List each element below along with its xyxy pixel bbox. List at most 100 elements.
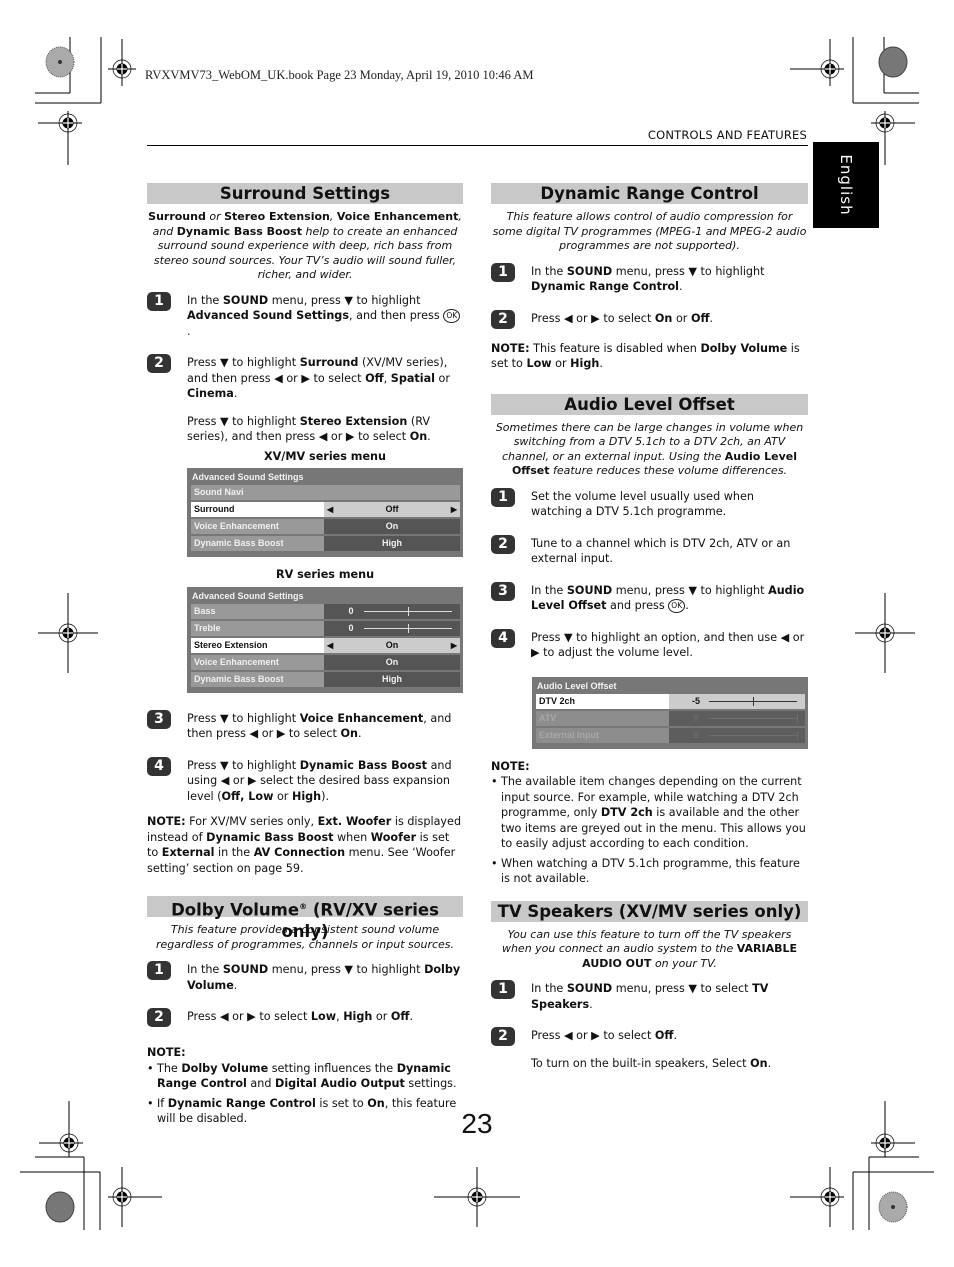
- surround-steps: 1 In the SOUND menu, press ▼ to highlight…: [147, 291, 463, 445]
- alo-steps: 1 Set the volume level usually used when …: [491, 487, 808, 661]
- step-text: Press ◀ or ▶ to select Off.: [531, 1029, 678, 1042]
- step-number-badge: 1: [491, 980, 515, 999]
- slider-value: 0: [693, 712, 699, 723]
- left-arrow-icon[interactable]: ◀: [327, 502, 333, 517]
- step-number-badge: 3: [147, 709, 171, 729]
- step-item: 1 In the SOUND menu, press ▼ to select TV…: [491, 980, 808, 1012]
- section-title: Audio Level Offset: [491, 393, 808, 415]
- slider-thumb[interactable]: [408, 623, 409, 633]
- menu-row-value[interactable]: ◀ ▶ On: [324, 637, 460, 653]
- step-number-badge: 4: [147, 756, 171, 776]
- step-text: Press ▼ to highlight Stereo Extension (R…: [187, 414, 431, 444]
- step-item: 2 Press ▼ to highlight Surround (XV/MV se…: [147, 354, 463, 445]
- step-number-badge: 1: [491, 262, 515, 282]
- step-item: 4 Press ▼ to highlight an option, and the…: [491, 628, 808, 661]
- step-text: Set the volume level usually used when w…: [531, 489, 754, 519]
- left-arrow-icon[interactable]: ◀: [327, 638, 333, 653]
- step-number-badge: 1: [147, 961, 171, 980]
- step-item: 1 In the SOUND menu, press ▼ to highlight…: [147, 291, 463, 340]
- menu-row[interactable]: Stereo Extension ◀ ▶ On: [191, 637, 460, 653]
- menu-row[interactable]: ATV 0: [536, 710, 805, 726]
- menu-row-value[interactable]: ◀ ▶ Off: [324, 502, 460, 517]
- right-arrow-icon[interactable]: ▶: [451, 502, 457, 517]
- menu-row-value[interactable]: 0: [324, 620, 460, 636]
- step-item: 4 Press ▼ to highlight Dynamic Bass Boost…: [147, 756, 463, 805]
- menu-row[interactable]: Dynamic Bass Boost High: [191, 671, 460, 687]
- menu-row-value[interactable]: 0: [669, 727, 805, 743]
- menu-row-label: ATV: [536, 710, 669, 726]
- note-item: The Dolby Volume setting influences the …: [147, 1061, 463, 1092]
- menu-row[interactable]: Voice Enhancement On: [191, 519, 460, 534]
- section-title: Dolby Volume® (RV/XV series only): [147, 896, 463, 941]
- header-rule: [147, 145, 808, 146]
- dolby-steps: 1 In the SOUND menu, press ▼ to highlight…: [147, 961, 463, 1029]
- menu-row-value[interactable]: On: [324, 654, 460, 670]
- step-item: 1 In the SOUND menu, press ▼ to highlight…: [491, 262, 808, 295]
- surround-note: NOTE: For XV/MV series only, Ext. Woofer…: [147, 815, 462, 875]
- dynamic-range-control-section: Dynamic Range Control This feature allow…: [491, 183, 808, 372]
- surround-settings-section: Surround Settings Surround or Stereo Ext…: [147, 183, 463, 876]
- step-item: 2 Press ◀ or ▶ to select Low, High or Off…: [147, 1008, 463, 1029]
- menu-row-value[interactable]: On: [324, 519, 460, 534]
- slider-track[interactable]: [709, 696, 797, 706]
- right-arrow-icon[interactable]: ▶: [451, 638, 457, 653]
- step-text: Press ▼ to highlight an option, and then…: [531, 630, 805, 660]
- slider-track[interactable]: [709, 730, 798, 740]
- step-item: 2 Press ◀ or ▶ to select Off. To turn on t…: [491, 1027, 808, 1071]
- step-number-badge: 2: [147, 354, 171, 373]
- slider-thumb[interactable]: [753, 696, 754, 706]
- dolby-volume-section: Dolby Volume® (RV/XV series only) This f…: [147, 896, 463, 1127]
- slider-thumb[interactable]: [797, 730, 798, 740]
- step-number-badge: 3: [491, 581, 515, 601]
- left-column: Surround Settings Surround or Stereo Ext…: [147, 183, 463, 1135]
- section-title: Dynamic Range Control: [491, 183, 808, 204]
- menu-value-text: On: [385, 521, 399, 531]
- section-title: TV Speakers (XV/MV series only): [491, 900, 808, 922]
- xv-series-menu: Advanced Sound Settings Sound Navi Surroun…: [187, 468, 463, 557]
- step-number-badge: 2: [491, 309, 515, 329]
- note-list: The available item changes depending on …: [491, 774, 808, 887]
- menu-row-value[interactable]: High: [324, 536, 460, 551]
- step-text: Press ◀ or ▶ to select On or Off.: [531, 311, 714, 325]
- step-number-badge: 2: [147, 1008, 171, 1027]
- step-number-badge: 2: [491, 1027, 515, 1046]
- menu-title: Advanced Sound Settings: [192, 590, 304, 601]
- slider-value: 0: [348, 622, 354, 633]
- note-title: NOTE:: [147, 1046, 186, 1059]
- menu-row-value[interactable]: 0: [324, 603, 460, 619]
- menu-row[interactable]: Dynamic Bass Boost High: [191, 536, 460, 551]
- section-intro: This feature provides a consistent sound…: [155, 923, 455, 951]
- menu-row[interactable]: DTV 2ch -5: [536, 693, 805, 709]
- step-number-badge: 4: [491, 628, 515, 648]
- slider-thumb[interactable]: [797, 713, 798, 723]
- crop-marks-graphic: [20, 37, 934, 1230]
- menu-row[interactable]: Surround ◀ ▶ Off: [191, 502, 460, 517]
- menu-row-value[interactable]: 0: [669, 710, 805, 726]
- section-intro: This feature allows control of audio com…: [492, 210, 807, 252]
- menu-row-label: Surround: [191, 502, 324, 517]
- menu-value-text: On: [385, 656, 399, 667]
- tv-speakers-section: TV Speakers (XV/MV series only) You can …: [491, 900, 808, 1072]
- slider-thumb[interactable]: [408, 606, 409, 616]
- menu-title: Advanced Sound Settings: [192, 472, 304, 482]
- menu-row[interactable]: Sound Navi: [191, 485, 460, 500]
- slider-track[interactable]: [364, 606, 452, 616]
- section-intro: Sometimes there can be large changes in …: [495, 420, 804, 478]
- menu-value-text: High: [382, 673, 402, 684]
- step-text: Press ▼ to highlight Voice Enhancement, …: [187, 711, 452, 741]
- menu-row-label: Dynamic Bass Boost: [191, 536, 324, 551]
- menu-row-value[interactable]: High: [324, 671, 460, 687]
- alo-note: NOTE: The available item changes dependi…: [491, 759, 808, 887]
- slider-track[interactable]: [364, 623, 452, 633]
- menu-row-value[interactable]: -5: [669, 693, 805, 709]
- slider-track[interactable]: [709, 713, 798, 723]
- menu-row-label: Treble: [191, 620, 324, 636]
- menu-row[interactable]: Voice Enhancement On: [191, 654, 460, 670]
- menu-row[interactable]: Treble 0: [191, 620, 460, 636]
- menu-caption: RV series menu: [275, 568, 375, 581]
- note-item: The available item changes depending on …: [491, 774, 808, 852]
- menu-title: Audio Level Offset: [537, 680, 617, 691]
- menu-row[interactable]: Bass 0: [191, 603, 460, 619]
- menu-row[interactable]: External Input 0: [536, 727, 805, 743]
- menu-row-label: Bass: [191, 603, 324, 619]
